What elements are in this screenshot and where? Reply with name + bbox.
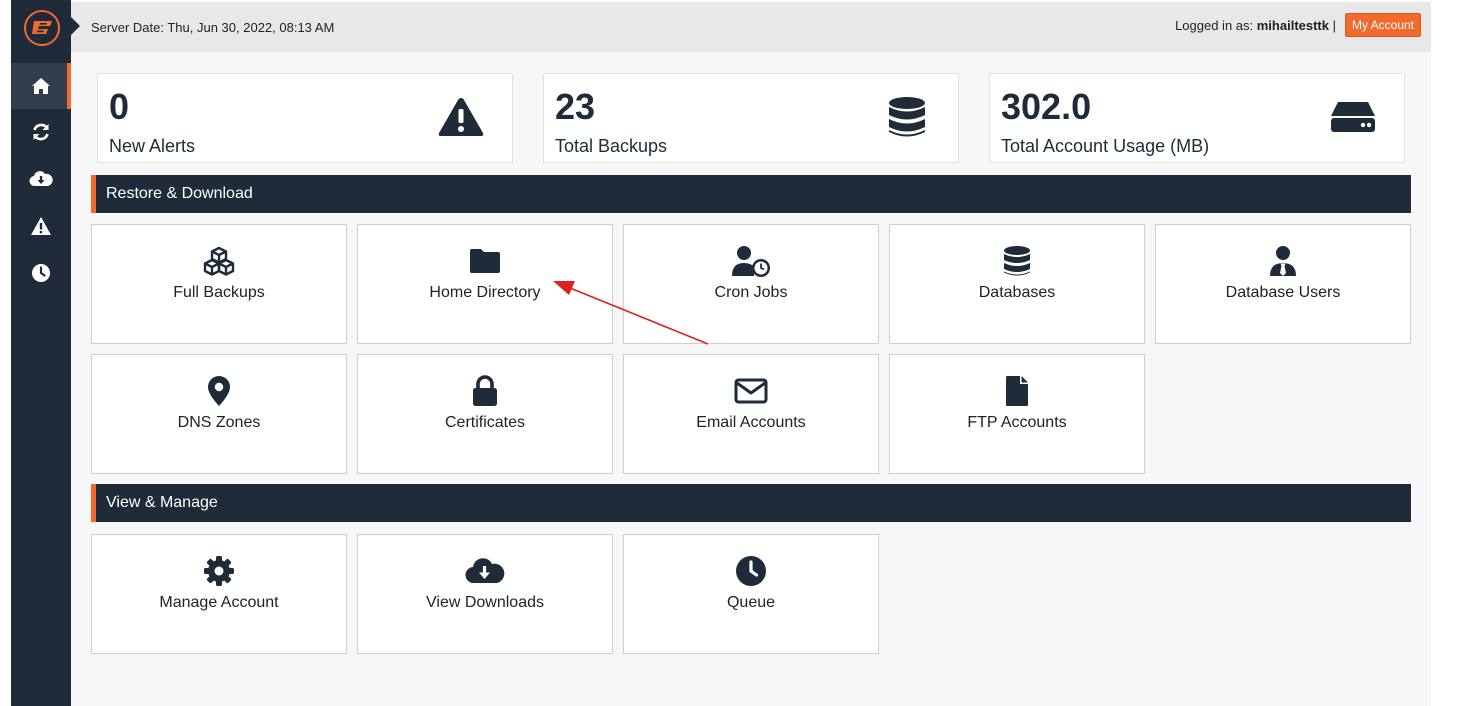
stat-label: Total Account Usage (MB)	[1001, 136, 1210, 156]
username: mihailtesttk	[1256, 18, 1329, 33]
tile-dns-zones[interactable]: DNS Zones	[91, 354, 347, 474]
stat-card-usage[interactable]: 302.0 Total Account Usage (MB)	[989, 73, 1405, 163]
tile-label: Email Accounts	[696, 414, 806, 431]
database-icon	[882, 92, 932, 142]
tile-database-users[interactable]: Database Users	[1155, 224, 1411, 344]
sync-icon	[33, 123, 49, 141]
logged-in-info: Logged in as: mihailtesttk |	[1175, 18, 1336, 33]
alert-icon	[31, 217, 51, 235]
top-bar: Server Date: Thu, Jun 30, 2022, 08:13 AM…	[71, 2, 1431, 52]
warning-icon	[436, 92, 486, 142]
section-header-restore: Restore & Download	[91, 175, 1411, 213]
stat-value: 23	[555, 86, 596, 127]
database-icon	[890, 245, 1144, 277]
tile-label: Full Backups	[173, 284, 265, 301]
section-title: View & Manage	[106, 494, 218, 511]
stat-label: Total Backups	[555, 136, 668, 156]
my-account-button[interactable]: My Account	[1344, 13, 1421, 37]
server-date: Server Date: Thu, Jun 30, 2022, 08:13 AM	[91, 20, 335, 35]
topbar-pointer	[71, 17, 80, 35]
sidebar	[11, 0, 71, 706]
stat-card-alerts[interactable]: 0 New Alerts	[97, 73, 513, 163]
map-marker-icon	[92, 375, 346, 407]
tile-label: DNS Zones	[177, 414, 261, 431]
user-clock-icon	[624, 245, 878, 277]
tile-home-directory[interactable]: Home Directory	[357, 224, 613, 344]
cubes-icon	[92, 245, 346, 277]
envelope-icon	[624, 375, 878, 407]
tile-label: Cron Jobs	[714, 284, 788, 301]
stat-value: 302.0	[1001, 86, 1092, 127]
cloud-download-icon	[29, 171, 53, 187]
app-logo[interactable]	[24, 10, 60, 46]
sidebar-item-dashboard[interactable]	[11, 63, 71, 109]
stat-value: 0	[109, 86, 130, 127]
tile-certificates[interactable]: Certificates	[357, 354, 613, 474]
home-icon	[32, 78, 50, 94]
stat-card-backups[interactable]: 23 Total Backups	[543, 73, 959, 163]
tile-label: Databases	[978, 284, 1056, 301]
window-edge	[0, 0, 11, 706]
tile-label: Home Directory	[429, 284, 541, 301]
sidebar-item-queue[interactable]	[11, 250, 71, 296]
hard-drive-icon	[1328, 92, 1378, 142]
logged-in-separator: |	[1329, 18, 1336, 33]
cloud-download-icon	[358, 555, 612, 587]
tile-view-downloads[interactable]: View Downloads	[357, 534, 613, 654]
main-content: 0 New Alerts 23 Total Backups 302.0 Tota…	[71, 52, 1431, 706]
tile-label: Certificates	[444, 414, 526, 431]
tile-label: FTP Accounts	[967, 414, 1067, 431]
sidebar-item-alerts[interactable]	[11, 203, 71, 249]
folder-icon	[358, 245, 612, 277]
gear-icon	[92, 555, 346, 587]
tile-full-backups[interactable]: Full Backups	[91, 224, 347, 344]
tile-email-accounts[interactable]: Email Accounts	[623, 354, 879, 474]
tile-databases[interactable]: Databases	[889, 224, 1145, 344]
tile-ftp-accounts[interactable]: FTP Accounts	[889, 354, 1145, 474]
section-header-manage: View & Manage	[91, 484, 1411, 522]
tile-label: Queue	[726, 594, 776, 611]
tile-cron-jobs[interactable]: Cron Jobs	[623, 224, 879, 344]
sidebar-item-downloads[interactable]	[11, 156, 71, 202]
logo-icon	[32, 21, 52, 34]
stat-label: New Alerts	[109, 136, 196, 156]
logged-in-prefix: Logged in as:	[1175, 18, 1257, 33]
tile-label: View Downloads	[426, 594, 544, 611]
sidebar-item-sync[interactable]	[11, 109, 71, 155]
section-title: Restore & Download	[106, 185, 253, 202]
tile-queue[interactable]: Queue	[623, 534, 879, 654]
tile-label: Database Users	[1225, 284, 1341, 301]
tile-label: Manage Account	[159, 594, 279, 611]
tile-manage-account[interactable]: Manage Account	[91, 534, 347, 654]
clock-icon	[624, 555, 878, 587]
clock-icon	[32, 264, 50, 282]
lock-icon	[358, 375, 612, 407]
user-tie-icon	[1156, 245, 1410, 277]
file-icon	[890, 375, 1144, 407]
